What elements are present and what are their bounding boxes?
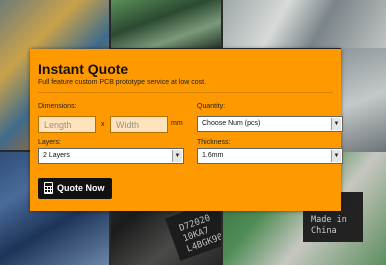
quote-now-button[interactable]: Quote Now: [38, 178, 112, 199]
unit-label: mm: [171, 120, 183, 127]
panel-title: Instant Quote: [38, 61, 129, 77]
bg-tile-machine-edge: [341, 48, 386, 152]
quantity-select[interactable]: Choose Num (pcs) ▼: [197, 116, 343, 132]
length-input[interactable]: [38, 116, 96, 133]
bg-tile-machine: [223, 0, 386, 48]
thickness-select[interactable]: 1.6mm ▼: [197, 148, 343, 164]
dimension-separator: x: [101, 121, 105, 128]
quantity-label: Quantity:: [197, 103, 226, 110]
quantity-select-value: Choose Num (pcs): [202, 120, 261, 127]
width-input[interactable]: [110, 116, 168, 133]
thickness-select-value: 1.6mm: [202, 152, 224, 159]
calculator-icon: [44, 182, 53, 194]
dimensions-label: Dimensions:: [38, 103, 77, 110]
divider: [38, 92, 333, 93]
bg-tile-board: [111, 0, 221, 48]
chevron-down-icon[interactable]: ▼: [172, 150, 182, 162]
instant-quote-panel: Instant Quote Full feature custom PCB pr…: [30, 49, 343, 211]
layers-select[interactable]: 2 Layers ▼: [38, 148, 184, 164]
layers-label: Layers:: [38, 139, 61, 146]
chevron-down-icon[interactable]: ▼: [331, 118, 341, 130]
panel-subtitle: Full feature custom PCB prototype servic…: [38, 79, 207, 86]
layers-select-value: 2 Layers: [43, 152, 70, 159]
thickness-label: Thickness:: [197, 139, 231, 146]
quote-now-label: Quote Now: [57, 183, 105, 193]
chip-text: D72020 10KA7 L4BGK907: [177, 213, 221, 255]
chevron-down-icon[interactable]: ▼: [331, 150, 341, 162]
